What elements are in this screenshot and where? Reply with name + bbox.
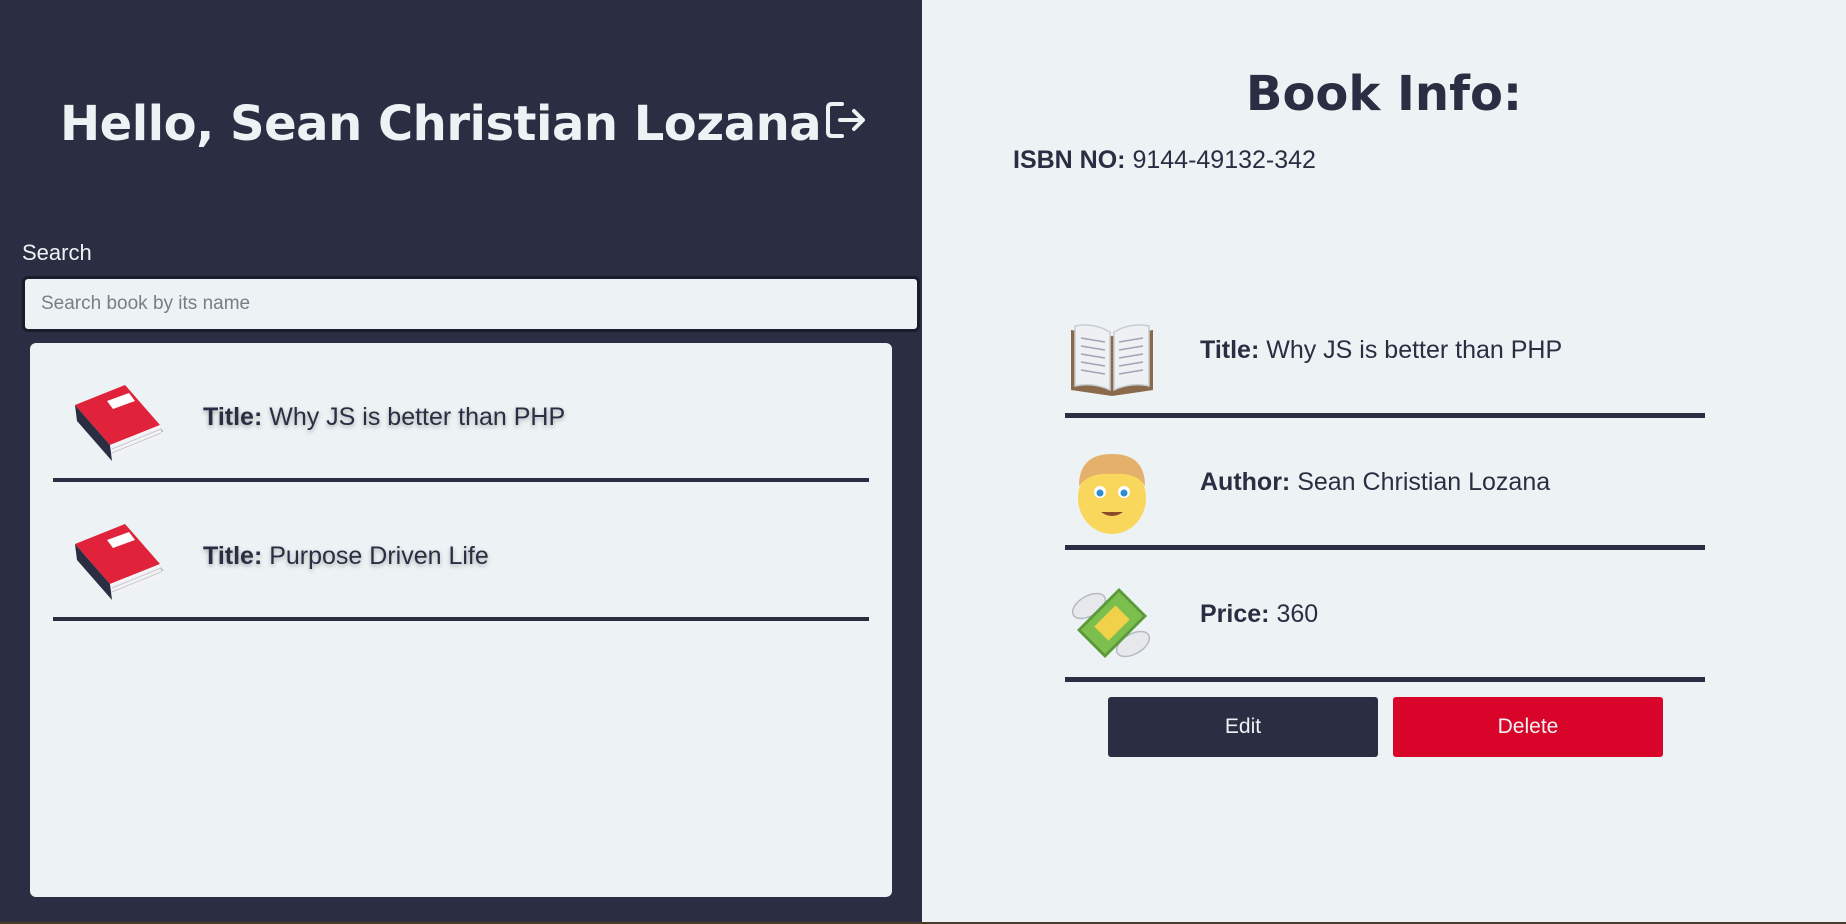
detail-price-text: Price: 360 [1200, 600, 1318, 629]
book-title-text: Title: Why JS is better than PHP [203, 403, 565, 432]
detail-price-label: Price: [1200, 600, 1270, 628]
isbn-label: ISBN NO: [1013, 146, 1126, 174]
detail-title-value: Why JS is better than PHP [1266, 336, 1563, 364]
detail-row-title: Title: Why JS is better than PHP [1065, 286, 1705, 418]
detail-title-label: Title: [1200, 336, 1260, 364]
isbn-text: ISBN NO: 9144-49132-342 [1013, 146, 1316, 175]
edit-button[interactable]: Edit [1108, 697, 1378, 757]
greeting-heading: Hello, Sean Christian Lozana [60, 96, 822, 152]
book-list-item[interactable]: Title: Why JS is better than PHP [53, 343, 869, 482]
red-book-icon [75, 385, 164, 461]
open-book-icon [1071, 324, 1153, 396]
book-info-panel: Book Info: ISBN NO: 9144-49132-342 Title… [922, 0, 1846, 922]
search-input[interactable] [22, 276, 920, 332]
delete-button[interactable]: Delete [1393, 697, 1663, 757]
book-title-label: Title: [203, 542, 263, 570]
logout-icon[interactable] [822, 96, 870, 144]
detail-row-price: Price: 360 [1065, 550, 1705, 682]
detail-author-text: Author: Sean Christian Lozana [1200, 468, 1550, 497]
red-book-icon [75, 524, 164, 600]
money-wings-icon [1071, 588, 1151, 658]
man-face-icon [1078, 454, 1146, 534]
book-title-text: Title: Purpose Driven Life [203, 542, 489, 571]
detail-title-text: Title: Why JS is better than PHP [1200, 336, 1562, 365]
detail-author-value: Sean Christian Lozana [1297, 468, 1551, 496]
detail-author-label: Author: [1200, 468, 1291, 496]
search-label: Search [22, 240, 92, 265]
book-info-heading: Book Info: [1245, 66, 1523, 122]
book-list: Title: Why JS is better than PHP Title: … [30, 343, 892, 897]
isbn-value: 9144-49132-342 [1132, 146, 1316, 174]
detail-row-author: Author: Sean Christian Lozana [1065, 418, 1705, 550]
book-list-item[interactable]: Title: Purpose Driven Life [53, 482, 869, 621]
detail-price-value: 360 [1276, 600, 1319, 628]
book-title-value: Purpose Driven Life [269, 542, 489, 570]
left-panel: Hello, Sean Christian Lozana Search Titl… [0, 0, 922, 924]
book-title-value: Why JS is better than PHP [269, 403, 566, 431]
book-title-label: Title: [203, 403, 263, 431]
